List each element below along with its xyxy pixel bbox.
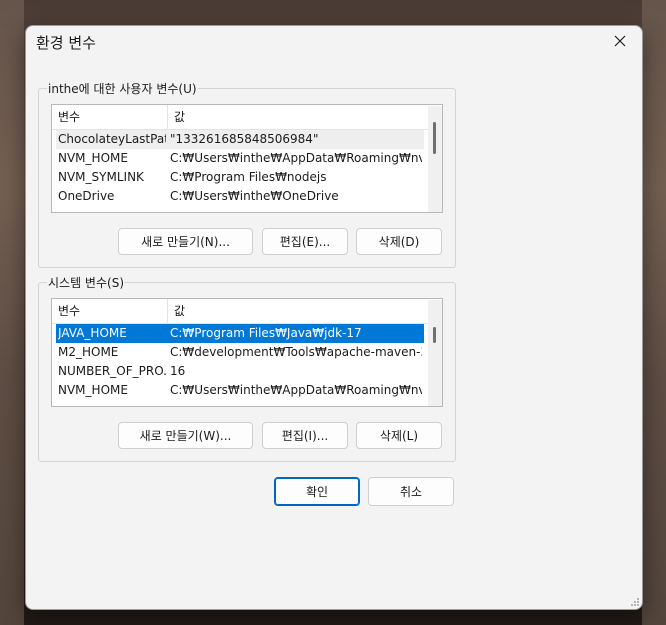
system-new-button[interactable]: 새로 만들기(W)... <box>118 422 253 449</box>
table-row[interactable]: OneDrive C:₩Users₩inthe₩OneDrive <box>56 187 424 206</box>
table-row[interactable]: NVM_HOME C:₩Users₩inthe₩AppData₩Roaming₩… <box>56 149 424 168</box>
column-header-value[interactable]: 값 <box>168 299 426 323</box>
system-edit-button[interactable]: 편집(I)... <box>262 422 348 449</box>
variable-name: JAVA_HOME <box>58 326 127 340</box>
variable-value: C:₩Program Files₩Java₩jdk-17 <box>170 326 362 340</box>
table-row[interactable]: M2_HOME C:₩development₩Tools₩apache-mave… <box>56 343 424 362</box>
table-row-selected[interactable]: JAVA_HOME C:₩Program Files₩Java₩jdk-17 <box>56 324 424 343</box>
table-row[interactable]: NVM_SYMLINK C:₩Program Files₩nodejs <box>56 168 424 187</box>
background-building <box>642 0 666 625</box>
list-header: 변수 값 <box>52 105 442 130</box>
system-variables-label: 시스템 변수(S) <box>47 274 125 291</box>
variable-name: NVM_HOME <box>58 383 128 397</box>
variable-value: C:₩Program Files₩nodejs <box>170 170 327 184</box>
variable-name: ChocolateyLastPat... <box>58 132 166 146</box>
user-edit-button[interactable]: 편집(E)... <box>262 228 348 255</box>
close-button[interactable] <box>598 26 642 56</box>
column-header-variable[interactable]: 변수 <box>52 105 168 129</box>
table-row[interactable]: ChocolateyLastPat... "133261685848506984… <box>56 130 424 149</box>
table-row[interactable]: NVM_HOME C:₩Users₩inthe₩AppData₩Roaming₩… <box>56 381 424 400</box>
variable-name: NVM_SYMLINK <box>58 170 144 184</box>
user-variables-group: inthe에 대한 사용자 변수(U) 변수 값 ChocolateyLastP… <box>38 80 456 268</box>
close-icon <box>614 35 626 47</box>
variable-value: C:₩Users₩inthe₩AppData₩Roaming₩nvm <box>170 383 422 397</box>
background-building <box>0 0 24 625</box>
ok-button[interactable]: 확인 <box>274 477 360 506</box>
system-variables-list[interactable]: 변수 값 JAVA_HOME C:₩Program Files₩Java₩jdk… <box>51 298 443 407</box>
variable-value: C:₩development₩Tools₩apache-maven-3.... <box>170 345 422 359</box>
variable-value: C:₩Users₩inthe₩AppData₩Roaming₩nvm <box>170 151 422 165</box>
variable-name: OneDrive <box>58 189 115 203</box>
table-row[interactable]: NUMBER_OF_PRO... 16 <box>56 362 424 381</box>
resize-grip-icon[interactable] <box>630 597 640 607</box>
system-variables-group: 시스템 변수(S) 변수 값 JAVA_HOME C:₩Program File… <box>38 274 456 462</box>
scrollbar-thumb[interactable] <box>433 122 436 154</box>
user-variables-label: inthe에 대한 사용자 변수(U) <box>47 80 198 97</box>
vertical-scrollbar[interactable] <box>428 300 442 406</box>
title-bar: 환경 변수 <box>26 26 642 56</box>
variable-name: M2_HOME <box>58 345 119 359</box>
user-delete-button[interactable]: 삭제(D) <box>356 228 442 255</box>
user-new-button[interactable]: 새로 만들기(N)... <box>118 228 253 255</box>
user-variables-list[interactable]: 변수 값 ChocolateyLastPat... "1332616858485… <box>51 104 443 213</box>
variable-value: C:₩Users₩inthe₩OneDrive <box>170 189 339 203</box>
variable-name: NUMBER_OF_PRO... <box>58 364 166 378</box>
variable-value: "133261685848506984" <box>170 132 319 146</box>
list-header: 변수 값 <box>52 299 442 324</box>
column-header-variable[interactable]: 변수 <box>52 299 168 323</box>
column-header-value[interactable]: 값 <box>168 105 426 129</box>
variable-name: NVM_HOME <box>58 151 128 165</box>
cancel-button[interactable]: 취소 <box>368 477 454 506</box>
environment-variables-dialog: 환경 변수 inthe에 대한 사용자 변수(U) 변수 값 Chocolate… <box>25 25 643 610</box>
scrollbar-thumb[interactable] <box>433 327 436 343</box>
dialog-title: 환경 변수 <box>36 34 96 52</box>
variable-value: 16 <box>170 364 186 378</box>
vertical-scrollbar[interactable] <box>428 106 442 212</box>
system-delete-button[interactable]: 삭제(L) <box>356 422 442 449</box>
